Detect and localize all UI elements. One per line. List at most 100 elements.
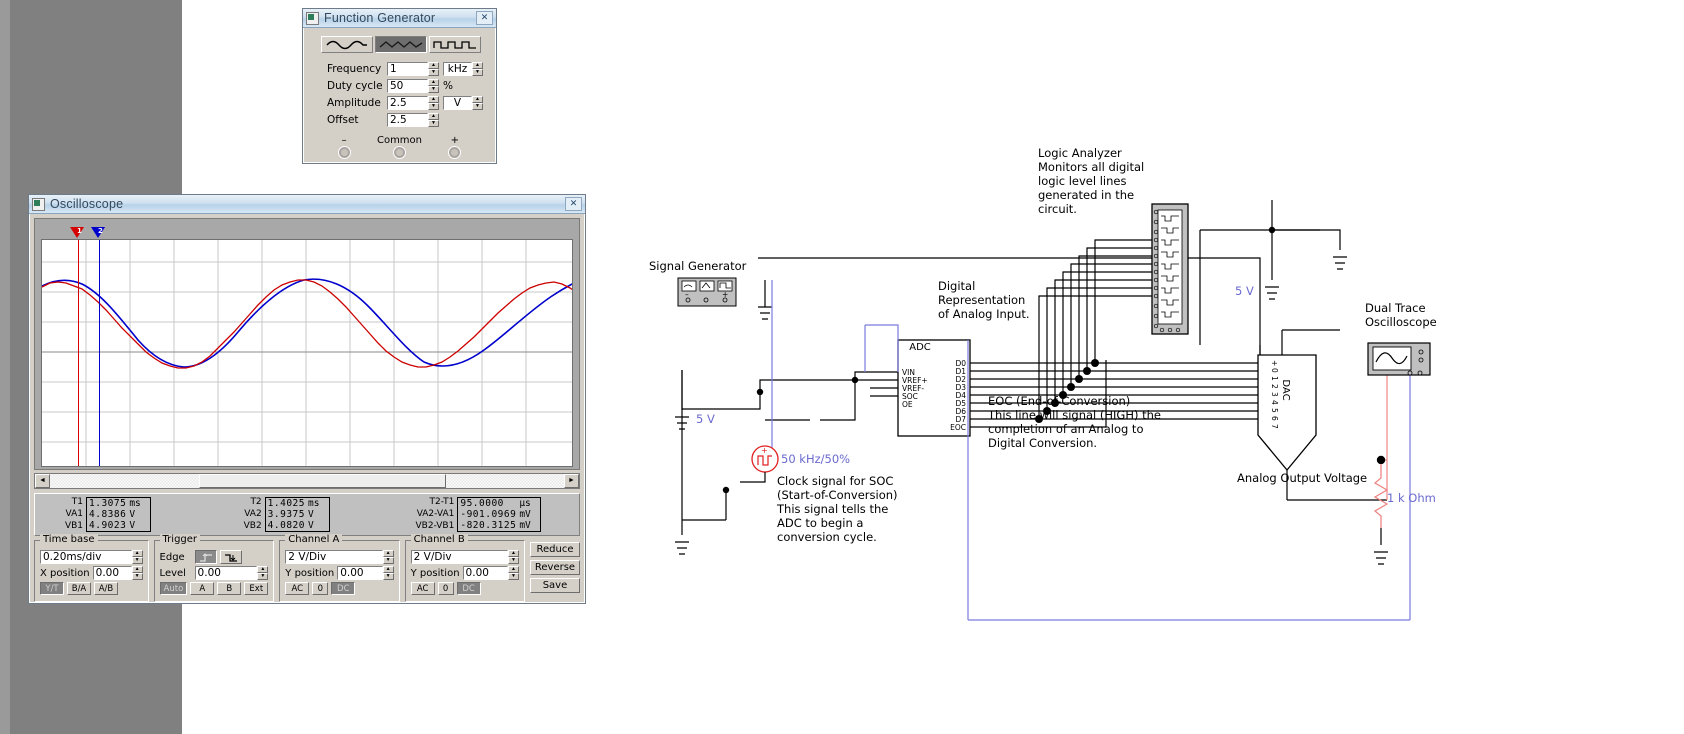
- timebase-scale-input[interactable]: 0.20ms/div: [40, 550, 132, 564]
- oscilloscope-titlebar[interactable]: Oscilloscope ✕: [29, 195, 585, 214]
- amplitude-spin-buttons[interactable]: ▲ ▼: [428, 96, 439, 110]
- waveform-horizontal-scrollbar[interactable]: ◄ ►: [34, 473, 580, 489]
- channel-b-yposition-input[interactable]: 0.00: [462, 566, 508, 580]
- waveform-square-button[interactable]: [429, 36, 481, 53]
- amplitude-input[interactable]: 2.5: [387, 96, 428, 110]
- frequency-unit-select[interactable]: kHz ▲ ▼: [443, 62, 483, 76]
- channel-b-ac-button[interactable]: AC: [410, 582, 435, 595]
- channel-a-scale-spin[interactable]: ▲ ▼: [382, 550, 394, 564]
- timebase-group: Time base 0.20ms/div ▲ ▼ X position 0.00 …: [34, 534, 149, 602]
- channel-a-ac-button[interactable]: AC: [285, 582, 310, 595]
- falling-edge-icon[interactable]: [219, 550, 242, 564]
- frequency-input[interactable]: 1: [387, 62, 428, 76]
- amplitude-stepper[interactable]: 2.5 ▲ ▼: [387, 96, 439, 110]
- duty-cycle-input[interactable]: 50: [387, 79, 428, 93]
- channel-a-gnd-button[interactable]: 0: [312, 582, 329, 595]
- mode-ab-button[interactable]: A/B: [94, 582, 118, 595]
- frequency-stepper[interactable]: 1 ▲ ▼: [387, 62, 439, 76]
- offset-stepper[interactable]: 2.5 ▲ ▼: [387, 113, 439, 127]
- channel-a-coupling-row[interactable]: AC 0 DC: [285, 582, 393, 595]
- close-icon[interactable]: ✕: [476, 11, 493, 25]
- trigger-source-row[interactable]: Auto A B Ext: [159, 582, 269, 595]
- frequency-spin-buttons[interactable]: ▲ ▼: [428, 62, 439, 76]
- terminal-positive[interactable]: +: [449, 135, 461, 158]
- mode-ba-button[interactable]: B/A: [67, 582, 91, 595]
- channel-b-scale-row[interactable]: 2 V/Div ▲ ▼: [410, 550, 519, 564]
- trigger-level-row[interactable]: Level 0.00 ▲ ▼: [160, 566, 269, 580]
- rising-edge-icon[interactable]: [194, 550, 217, 564]
- save-button[interactable]: Save: [529, 578, 580, 593]
- xposition-row[interactable]: X position 0.00 ▲ ▼: [40, 566, 143, 580]
- timebase-scale-spin[interactable]: ▲ ▼: [131, 550, 143, 564]
- waveform-triangle-button[interactable]: [375, 36, 427, 53]
- cursor-2-handle[interactable]: 2: [91, 227, 106, 238]
- xposition-input[interactable]: 0.00: [92, 566, 132, 580]
- timebase-mode-row[interactable]: Y/T B/A A/B: [40, 582, 143, 595]
- t1-label: T1: [71, 497, 83, 507]
- channel-b-scale-input[interactable]: 2 V/Div: [410, 550, 508, 564]
- window-app-icon: [32, 197, 45, 211]
- reduce-button[interactable]: Reduce: [529, 542, 580, 557]
- trigger-b-button[interactable]: B: [217, 582, 242, 595]
- channel-a-scale-input[interactable]: 2 V/Div: [285, 550, 383, 564]
- mode-yt-button[interactable]: Y/T: [40, 582, 64, 595]
- trigger-a-button[interactable]: A: [190, 582, 215, 595]
- terminal-common-jack-icon[interactable]: [393, 147, 405, 158]
- cursor-1-handle[interactable]: 1: [70, 227, 85, 238]
- channel-a-dc-button[interactable]: DC: [331, 582, 356, 595]
- terminal-common[interactable]: Common: [377, 135, 422, 158]
- terminal-negative-jack-icon[interactable]: [338, 147, 350, 158]
- channel-b-scale-spin[interactable]: ▲ ▼: [507, 550, 519, 564]
- duty-cycle-spin-buttons[interactable]: ▲ ▼: [428, 79, 439, 93]
- function-generator-window[interactable]: Function Generator ✕ Frequency 1 ▲ ▼ kHz …: [302, 8, 497, 164]
- scrollbar-thumb[interactable]: [199, 474, 446, 488]
- channel-b-coupling-row[interactable]: AC 0 DC: [410, 582, 519, 595]
- oscilloscope-window[interactable]: Oscilloscope ✕ 1 2 ◄ ► T1 VA1 VB1 1.3075…: [28, 194, 586, 604]
- cursor-2-line[interactable]: [99, 240, 100, 466]
- amplitude-unit-value[interactable]: V: [443, 96, 472, 110]
- scroll-right-icon[interactable]: ►: [564, 474, 579, 488]
- trigger-group: Trigger Edge Level 0.00 ▲ ▼ Auto A B Ext: [153, 534, 275, 602]
- channel-a-scale-row[interactable]: 2 V/Div ▲ ▼: [285, 550, 394, 564]
- channel-a-yposition-spin[interactable]: ▲ ▼: [382, 566, 394, 580]
- offset-input[interactable]: 2.5: [387, 113, 428, 127]
- amplitude-unit-spin[interactable]: ▲ ▼: [472, 96, 483, 110]
- va1-unit: V: [129, 509, 136, 520]
- trigger-edge-row[interactable]: Edge: [160, 550, 269, 564]
- frequency-unit-spin[interactable]: ▲ ▼: [472, 62, 483, 76]
- frequency-unit-value[interactable]: kHz: [443, 62, 472, 76]
- scroll-left-icon[interactable]: ◄: [35, 474, 50, 488]
- trigger-ext-button[interactable]: Ext: [244, 582, 269, 595]
- waveform-plot[interactable]: [41, 239, 573, 467]
- waveform-sine-button[interactable]: [321, 36, 373, 53]
- terminal-positive-jack-icon[interactable]: [449, 147, 461, 158]
- amplitude-unit-select[interactable]: V ▲ ▼: [443, 96, 483, 110]
- cursor-handle-bar[interactable]: 1 2: [41, 227, 573, 239]
- oscilloscope-side-buttons: Reduce Reverse Save: [529, 540, 580, 602]
- oscilloscope-screen[interactable]: 1 2: [34, 218, 580, 470]
- timebase-scale-row[interactable]: 0.20ms/div ▲ ▼: [40, 550, 143, 564]
- waveform-selector[interactable]: [321, 36, 488, 53]
- channel-b-yposition-row[interactable]: Y position 0.00 ▲ ▼: [411, 566, 519, 580]
- reverse-button[interactable]: Reverse: [529, 560, 580, 575]
- circuit-schematic[interactable]: – + + ADC VIN VREF+ VREF- SOC OE D0 D1 D…: [640, 0, 1684, 734]
- channel-a-yposition-input[interactable]: 0.00: [337, 566, 383, 580]
- xposition-spin[interactable]: ▲ ▼: [131, 566, 143, 580]
- frequency-label: Frequency: [327, 63, 382, 75]
- trigger-level-spin[interactable]: ▲ ▼: [257, 566, 269, 580]
- function-generator-titlebar[interactable]: Function Generator ✕: [303, 9, 496, 28]
- channel-b-gnd-button[interactable]: 0: [437, 582, 454, 595]
- duty-cycle-stepper[interactable]: 50 ▲ ▼: [387, 79, 439, 93]
- offset-spin-buttons[interactable]: ▲ ▼: [428, 113, 439, 127]
- channel-b-dc-button[interactable]: DC: [456, 582, 481, 595]
- measurement-values-3: 95.0000 µs -901.0969 mV -820.3125 mV: [457, 497, 542, 532]
- svg-text:+: +: [1270, 360, 1279, 366]
- close-icon[interactable]: ✕: [565, 197, 582, 211]
- channel-b-yposition-spin[interactable]: ▲ ▼: [507, 566, 519, 580]
- trigger-auto-button[interactable]: Auto: [159, 582, 188, 595]
- channel-a-yposition-row[interactable]: Y position 0.00 ▲ ▼: [285, 566, 394, 580]
- scrollbar-track[interactable]: [50, 474, 564, 488]
- trigger-level-input[interactable]: 0.00: [194, 566, 258, 580]
- terminal-negative[interactable]: –: [338, 135, 350, 158]
- cursor-1-line[interactable]: [78, 240, 79, 466]
